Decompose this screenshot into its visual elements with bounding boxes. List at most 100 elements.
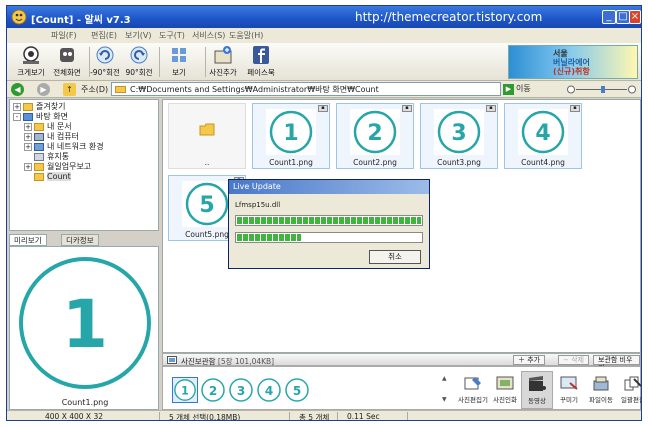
status-time: 0.11 Sec: [347, 412, 380, 421]
tree-item-network[interactable]: + 내 네트워크 환경: [24, 142, 104, 152]
photo-box-strip: 1 2 3 4 5 ▲ ▼ 사진편집기 사진인화 동영상 꾸미기 파일이동 일괄…: [162, 366, 641, 410]
ad-banner[interactable]: 서울 버닐라에어 (신규)취항: [508, 45, 638, 79]
watermark-url: http://themecreator.tistory.com: [355, 10, 543, 24]
tree-item-label: Count: [47, 172, 71, 181]
menu-file[interactable]: 파일(F): [51, 30, 77, 41]
tree-item-report[interactable]: + 월일업무보고: [24, 162, 91, 172]
tab-preview[interactable]: 미리보기: [9, 234, 47, 246]
preview-image: 1: [19, 257, 151, 389]
address-value: C:₩Documents and Settings₩Administrator₩…: [130, 85, 379, 94]
fullscreen-icon: [60, 48, 74, 62]
menu-tools[interactable]: 도구(T): [159, 30, 185, 41]
thumbnail-item[interactable]: 2 ▪ Count2.png: [336, 103, 414, 169]
file-progress-bar: [235, 215, 423, 226]
svg-text:1: 1: [181, 385, 189, 398]
photo-editor-button[interactable]: 사진편집기: [457, 371, 489, 409]
thumbnail-image: 4: [518, 109, 568, 155]
menu-help[interactable]: 도움말(H): [229, 30, 263, 41]
favorites-icon: [23, 102, 33, 111]
remove-from-box-button[interactable]: − 삭제: [558, 355, 589, 365]
view-mode-button[interactable]: 보기: [157, 45, 201, 79]
dialog-title[interactable]: Live Update: [229, 180, 429, 194]
rotate-right-label: 90°회전: [125, 68, 153, 77]
photo-box-title-text: 사진보관함: [181, 357, 216, 366]
empty-box-button[interactable]: 보관함 비우기: [593, 355, 640, 372]
tree-item-favorites[interactable]: + 즐겨찾기: [13, 102, 65, 112]
photo-box-item[interactable]: 3: [228, 377, 254, 403]
photo-box-item[interactable]: 2: [200, 377, 226, 403]
expand-icon[interactable]: +: [24, 132, 32, 141]
photo-print-button[interactable]: 사진인화: [489, 371, 521, 409]
facebook-label: 페이스북: [247, 68, 275, 77]
menu-view[interactable]: 보기(V): [125, 30, 151, 41]
status-divider: [289, 412, 290, 420]
photo-box-item[interactable]: 1: [172, 377, 198, 403]
photo-box-icon: [167, 356, 177, 364]
thumbnail-caption: Count2.png: [353, 158, 397, 167]
expand-icon[interactable]: +: [24, 122, 32, 131]
desktop-icon: [23, 112, 33, 121]
view-grid-icon: [172, 48, 186, 62]
expand-icon[interactable]: +: [24, 142, 32, 151]
move-file-button[interactable]: 파일이동: [585, 371, 617, 409]
network-icon: [34, 142, 44, 151]
add-to-box-button[interactable]: ＋ 추가: [513, 355, 546, 365]
title-bar[interactable]: [Count] - 알씨 v7.3 http://themecreator.ti…: [7, 6, 641, 28]
folder-up-button[interactable]: ↑: [63, 83, 76, 96]
go-button[interactable]: ▶ 이동: [503, 83, 531, 95]
tab-camera-info[interactable]: 디카정보: [61, 234, 99, 246]
total-progress-bar: [235, 232, 423, 243]
svg-text:3: 3: [237, 384, 245, 398]
status-divider: [337, 412, 338, 420]
thumbnail-parent-folder[interactable]: ..: [168, 103, 246, 169]
thumbnail-item[interactable]: 1 ▪ Count1.png: [252, 103, 330, 169]
minimize-button[interactable]: _: [602, 10, 616, 24]
decorate-button[interactable]: 꾸미기: [553, 371, 585, 409]
svg-text:3: 3: [451, 121, 466, 146]
collapse-icon[interactable]: -: [13, 112, 21, 121]
ad-line-3: (신규)취항: [553, 67, 590, 76]
tree-item-desktop[interactable]: - 바탕 화면: [13, 112, 68, 122]
photo-box-scrollbar[interactable]: ▲ ▼: [442, 375, 452, 405]
app-window: [Count] - 알씨 v7.3 http://themecreator.ti…: [6, 5, 642, 421]
expand-icon[interactable]: +: [13, 102, 21, 111]
back-button[interactable]: ◀: [11, 83, 24, 96]
address-field[interactable]: C:₩Documents and Settings₩Administrator₩…: [111, 82, 501, 96]
remove-from-box-label: 삭제: [571, 356, 584, 364]
zoom-slider[interactable]: [567, 85, 637, 94]
folder-open-icon: [34, 172, 44, 181]
thumbnail-image: 5: [182, 181, 232, 227]
png-badge-icon: ▪: [570, 105, 580, 112]
maximize-button[interactable]: □: [616, 10, 630, 24]
move-file-icon: [593, 376, 609, 391]
facebook-button[interactable]: 페이스북: [239, 45, 283, 79]
live-update-dialog: Live Update Lfmsp15u.dll 취소: [228, 179, 430, 269]
thumbnail-item[interactable]: 3 ▪ Count3.png: [420, 103, 498, 169]
forward-button[interactable]: ▶: [37, 83, 50, 96]
batch-edit-button[interactable]: 일괄편집: [617, 371, 641, 409]
menu-edit[interactable]: 편집(E): [91, 30, 117, 41]
tree-item-recycle-bin[interactable]: 휴지통: [34, 152, 69, 162]
scroll-up-icon[interactable]: ▲: [442, 375, 452, 382]
ad-text: 서울 버닐라에어 (신규)취항: [553, 49, 590, 76]
preview-panel: 1 Count1.png: [9, 246, 159, 410]
scroll-down-icon[interactable]: ▼: [442, 396, 452, 403]
close-button[interactable]: ×: [629, 10, 641, 24]
alsee-app-icon: [11, 9, 27, 25]
tree-item-label: 월일업무보고: [47, 162, 92, 171]
rotate-right-button[interactable]: 90°회전: [117, 45, 161, 79]
tree-item-my-documents[interactable]: + 내 문서: [24, 122, 72, 132]
recycle-bin-icon: [34, 152, 44, 161]
thumbnail-item[interactable]: 4 ▪ Count4.png: [504, 103, 582, 169]
photo-box-item[interactable]: 4: [256, 377, 282, 403]
menu-service[interactable]: 서비스(S): [192, 30, 225, 41]
svg-text:2: 2: [367, 121, 382, 146]
view-mode-label: 보기: [172, 68, 186, 77]
cancel-button[interactable]: 취소: [369, 250, 421, 264]
tree-item-label: 휴지통: [47, 152, 70, 161]
tree-item-count[interactable]: Count: [34, 172, 71, 182]
video-button[interactable]: 동영상: [521, 371, 553, 409]
tree-item-my-computer[interactable]: + 내 컴퓨터: [24, 132, 79, 142]
expand-icon[interactable]: +: [24, 162, 32, 171]
photo-box-item[interactable]: 5: [284, 377, 310, 403]
